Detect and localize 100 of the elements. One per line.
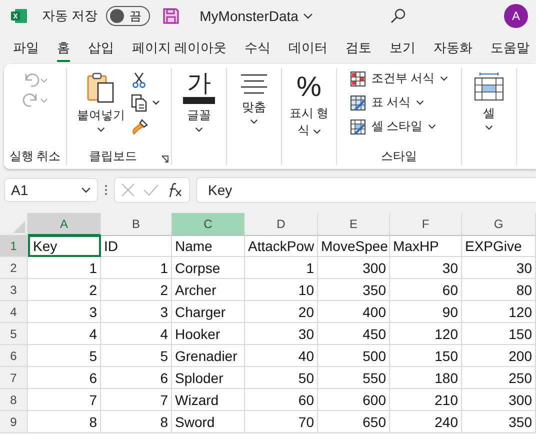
- table-cell[interactable]: 300: [318, 257, 390, 279]
- table-cell[interactable]: Name: [172, 235, 245, 257]
- table-cell[interactable]: 150: [462, 323, 536, 345]
- table-cell[interactable]: 6: [101, 367, 172, 389]
- cut-icon[interactable]: [131, 72, 147, 88]
- table-cell[interactable]: 120: [390, 323, 462, 345]
- ribbon-tab[interactable]: 삽입: [79, 33, 123, 63]
- table-cell[interactable]: 2: [101, 279, 172, 301]
- table-cell[interactable]: 6: [28, 367, 101, 389]
- row-header[interactable]: 9: [0, 411, 28, 433]
- paintbrush-icon[interactable]: [131, 118, 149, 136]
- paste-button[interactable]: 붙여넣기: [77, 68, 125, 148]
- table-cell[interactable]: 300: [462, 389, 536, 411]
- row-header[interactable]: 2: [0, 257, 28, 279]
- table-cell[interactable]: 1: [101, 257, 172, 279]
- table-cell[interactable]: 550: [318, 367, 390, 389]
- column-header[interactable]: E: [318, 213, 390, 236]
- table-cell[interactable]: 20: [245, 301, 318, 323]
- table-cell[interactable]: 30: [390, 257, 462, 279]
- row-header[interactable]: 7: [0, 367, 28, 389]
- table-cell[interactable]: 60: [245, 389, 318, 411]
- table-cell[interactable]: 5: [28, 345, 101, 367]
- name-box[interactable]: A1: [4, 178, 98, 202]
- ribbon-tab[interactable]: 데이터: [280, 33, 337, 63]
- table-cell[interactable]: 150: [390, 345, 462, 367]
- ribbon-tab[interactable]: 홈: [48, 33, 79, 63]
- spreadsheet-app-icon[interactable]: [10, 7, 28, 25]
- ribbon-tab[interactable]: 검토: [336, 33, 381, 63]
- table-cell[interactable]: Archer: [172, 279, 245, 301]
- table-cell[interactable]: Hooker: [172, 323, 245, 345]
- column-header[interactable]: C: [172, 213, 245, 236]
- table-cell[interactable]: 600: [318, 389, 390, 411]
- table-cell[interactable]: 120: [462, 301, 536, 323]
- table-cell[interactable]: Wizard: [172, 389, 245, 411]
- ribbon-tab[interactable]: 파일: [4, 33, 48, 63]
- table-cell[interactable]: 7: [28, 389, 101, 411]
- table-cell[interactable]: 350: [318, 279, 390, 301]
- table-cell[interactable]: 1: [28, 257, 101, 279]
- table-cell[interactable]: 5: [101, 345, 172, 367]
- column-header[interactable]: B: [101, 213, 172, 236]
- table-cell[interactable]: Grenadier: [172, 345, 245, 367]
- ribbon-tab[interactable]: 도움말: [482, 33, 536, 63]
- row-header[interactable]: 5: [0, 323, 28, 345]
- table-cell[interactable]: 4: [28, 323, 101, 345]
- table-cell[interactable]: 2: [28, 279, 101, 301]
- table-cell[interactable]: 30: [462, 257, 536, 279]
- column-header[interactable]: G: [462, 213, 536, 236]
- autosave-toggle[interactable]: 끔: [106, 6, 150, 26]
- table-cell[interactable]: 350: [462, 411, 536, 433]
- row-header[interactable]: 4: [0, 301, 28, 323]
- column-header[interactable]: F: [390, 213, 462, 236]
- table-cell[interactable]: 250: [462, 367, 536, 389]
- table-cell[interactable]: 80: [462, 279, 536, 301]
- table-cell[interactable]: 8: [101, 411, 172, 433]
- table-cell[interactable]: 90: [390, 301, 462, 323]
- table-cell[interactable]: MoveSpee: [318, 235, 390, 257]
- ribbon-tab[interactable]: 수식: [236, 33, 280, 63]
- column-header[interactable]: D: [245, 213, 318, 236]
- table-cell[interactable]: EXPGive: [462, 235, 536, 257]
- table-cell[interactable]: 40: [245, 345, 318, 367]
- table-cell[interactable]: 4: [101, 323, 172, 345]
- table-cell[interactable]: 3: [28, 301, 101, 323]
- font-button[interactable]: 가 글꼴: [183, 68, 215, 132]
- table-cell[interactable]: 3: [101, 301, 172, 323]
- table-cell[interactable]: Corpse: [172, 257, 245, 279]
- ribbon-tab[interactable]: 자동화: [424, 33, 482, 63]
- table-cell[interactable]: 500: [318, 345, 390, 367]
- table-cell[interactable]: Sword: [172, 411, 245, 433]
- insert-function-icon[interactable]: [167, 182, 183, 198]
- table-cell[interactable]: 70: [245, 411, 318, 433]
- formula-input[interactable]: Key: [196, 177, 536, 203]
- alignment-button[interactable]: 맞춤: [239, 68, 269, 124]
- dialog-launcher-icon[interactable]: [161, 154, 169, 162]
- copy-icon[interactable]: [131, 94, 161, 112]
- ribbon-tab[interactable]: 페이지 레이아웃: [123, 33, 236, 63]
- table-cell[interactable]: 1: [245, 257, 318, 279]
- table-cell[interactable]: 180: [390, 367, 462, 389]
- more-options-icon[interactable]: [104, 184, 108, 196]
- table-cell[interactable]: ID: [101, 235, 172, 257]
- checkmark-icon[interactable]: [143, 184, 159, 196]
- user-avatar[interactable]: A: [504, 4, 528, 28]
- table-cell[interactable]: Key: [28, 235, 101, 257]
- table-cell[interactable]: 50: [245, 367, 318, 389]
- table-cell[interactable]: 200: [462, 345, 536, 367]
- style-menu-button[interactable]: 조건부 서식: [350, 70, 448, 87]
- table-cell[interactable]: 60: [390, 279, 462, 301]
- row-header[interactable]: 6: [0, 345, 28, 367]
- row-header[interactable]: 8: [0, 389, 28, 411]
- ribbon-tab[interactable]: 보기: [380, 33, 425, 63]
- table-cell[interactable]: 450: [318, 323, 390, 345]
- cells-button[interactable]: 셀: [474, 68, 504, 130]
- table-cell[interactable]: 10: [245, 279, 318, 301]
- table-cell[interactable]: 210: [390, 389, 462, 411]
- table-cell[interactable]: Charger: [172, 301, 245, 323]
- table-cell[interactable]: 30: [245, 323, 318, 345]
- search-icon[interactable]: [390, 8, 406, 24]
- style-menu-button[interactable]: 셀 스타일: [350, 118, 436, 135]
- table-cell[interactable]: 400: [318, 301, 390, 323]
- row-header[interactable]: 3: [0, 279, 28, 301]
- number-format-button[interactable]: % 표시 형식: [285, 68, 333, 139]
